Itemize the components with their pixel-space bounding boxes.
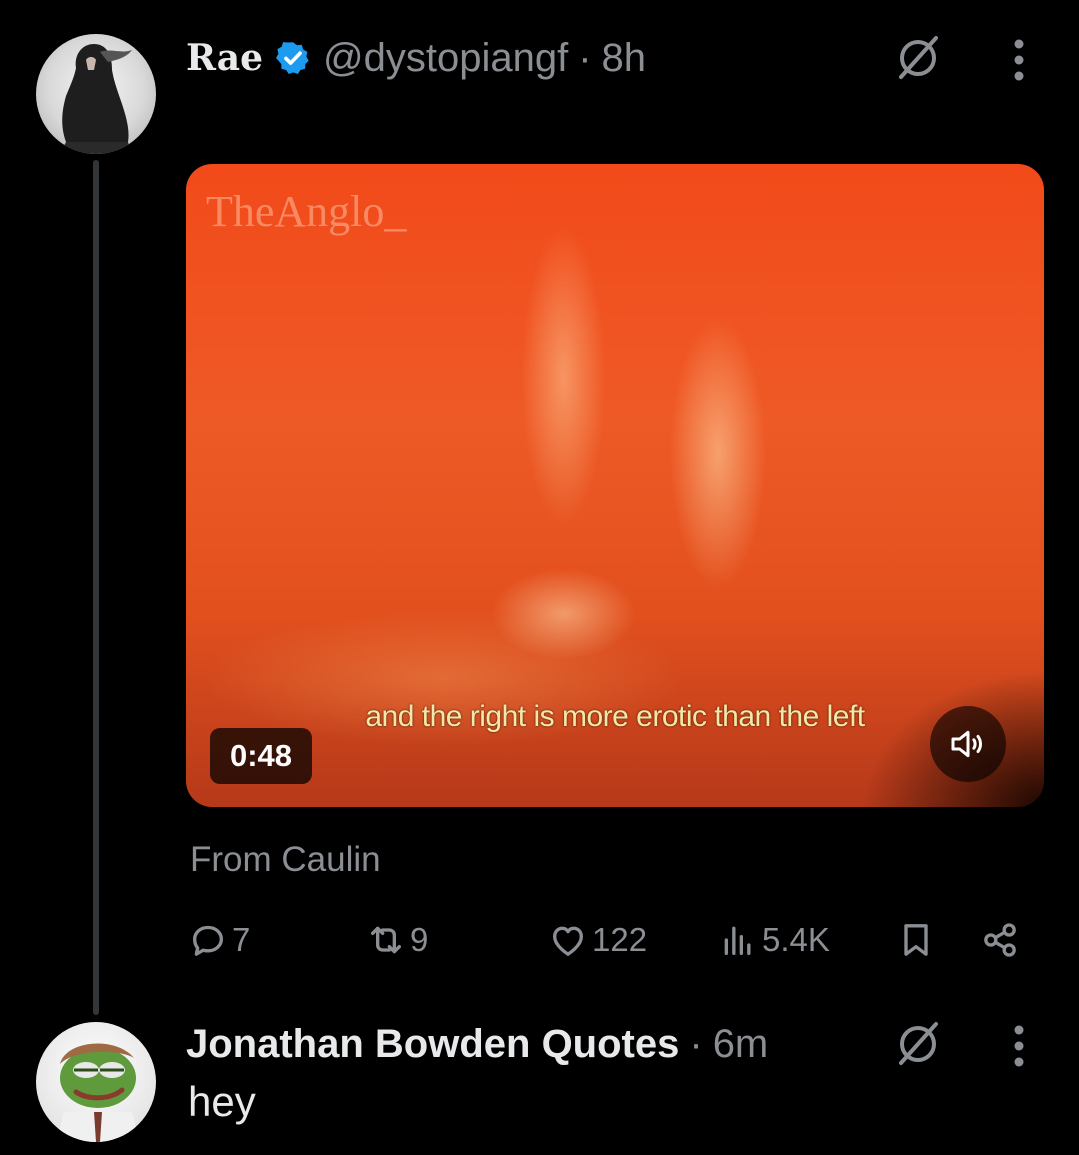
like-count: 122 bbox=[592, 921, 648, 958]
views-button[interactable]: 5.4K bbox=[718, 920, 830, 960]
pepe-avatar-icon bbox=[56, 1043, 140, 1142]
reply-icon bbox=[193, 925, 223, 956]
like-button[interactable]: 122 bbox=[548, 920, 647, 960]
video-source-attribution[interactable]: From Caulin bbox=[190, 840, 381, 880]
more-icon[interactable] bbox=[1013, 38, 1025, 82]
more-icon[interactable] bbox=[1013, 1024, 1025, 1068]
handle[interactable]: @dystopiangf bbox=[323, 36, 568, 81]
reply-button[interactable]: 7 bbox=[188, 920, 250, 960]
bookmark-icon bbox=[904, 924, 928, 956]
avatar[interactable] bbox=[36, 34, 156, 154]
video-caption: and the right is more erotic than the le… bbox=[365, 700, 865, 733]
share-icon bbox=[984, 923, 1016, 957]
verified-badge-icon bbox=[276, 42, 309, 75]
display-name[interactable]: Jonathan Bowden Quotes bbox=[186, 1022, 679, 1067]
avatar-image-icon bbox=[60, 44, 132, 154]
mute-button[interactable] bbox=[930, 706, 1006, 782]
display-name[interactable]: Rae bbox=[186, 37, 263, 79]
reply-count: 7 bbox=[232, 921, 251, 958]
grok-icon[interactable] bbox=[892, 32, 944, 84]
tweet-actions-bar: 7 9 122 5.4K bbox=[0, 912, 1079, 968]
bookmark-button[interactable] bbox=[896, 920, 936, 960]
repost-button[interactable]: 9 bbox=[366, 920, 428, 960]
separator-dot: · bbox=[578, 35, 592, 80]
volume-icon bbox=[951, 730, 982, 758]
grok-icon[interactable] bbox=[892, 1018, 944, 1070]
view-count: 5.4K bbox=[762, 921, 830, 958]
timestamp[interactable]: 8h bbox=[602, 36, 647, 81]
share-button[interactable] bbox=[980, 920, 1020, 960]
timestamp[interactable]: 6m bbox=[713, 1022, 769, 1067]
tweet-header: Rae @dystopiangf · 8h bbox=[186, 30, 646, 86]
thread-connector-line bbox=[93, 160, 99, 1015]
separator-dot: · bbox=[689, 1021, 703, 1066]
video-duration-badge: 0:48 bbox=[210, 728, 312, 784]
views-icon bbox=[724, 926, 751, 955]
avatar[interactable] bbox=[36, 1022, 156, 1142]
repost-count: 9 bbox=[410, 921, 429, 958]
reply-text: hey bbox=[188, 1078, 256, 1125]
reply-header: Jonathan Bowden Quotes · 6m bbox=[186, 1016, 768, 1072]
video-watermark: TheAnglo_ bbox=[206, 187, 407, 236]
heart-icon bbox=[553, 926, 583, 956]
repost-icon bbox=[371, 926, 401, 954]
